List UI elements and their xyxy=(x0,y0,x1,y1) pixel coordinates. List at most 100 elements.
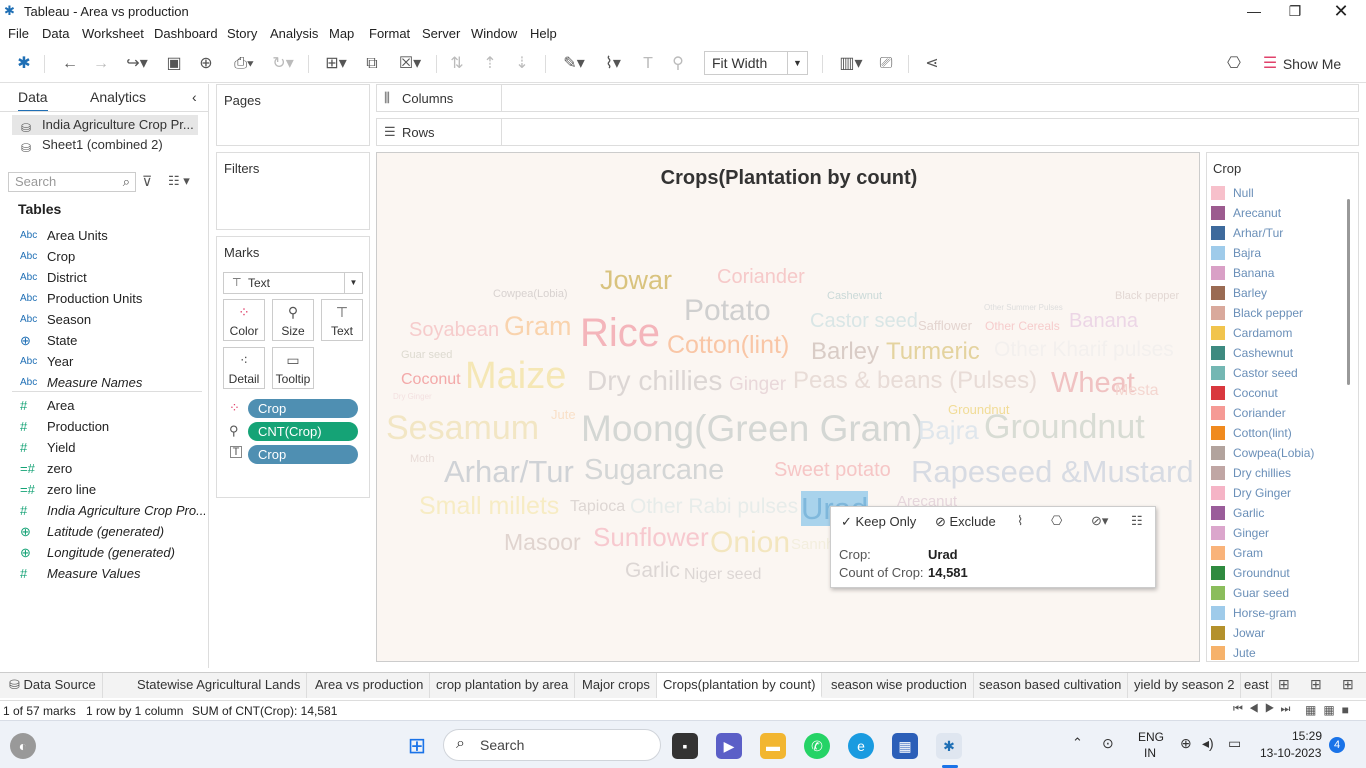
word-mark[interactable]: Moong(Green Gram) xyxy=(581,410,924,447)
battery-icon[interactable]: ▭ xyxy=(1228,735,1241,752)
weather-icon[interactable]: ◐ xyxy=(10,733,36,759)
word-mark[interactable]: Other Cereals xyxy=(985,320,1060,332)
device-preview-icon[interactable]: ⎚ xyxy=(876,54,896,74)
word-mark[interactable]: Black pepper xyxy=(1115,291,1179,302)
share-icon[interactable]: ⋖ xyxy=(922,54,942,74)
tableau-taskbar-icon[interactable]: ✱ xyxy=(936,733,962,759)
show-me-button[interactable]: Show Me xyxy=(1282,54,1342,74)
view-mode-icons[interactable]: ▦▦■ xyxy=(1305,703,1356,717)
menu-map[interactable]: Map xyxy=(329,26,354,41)
tab-data-source[interactable]: ⛁ Data Source xyxy=(3,673,103,698)
datasource-item-primary[interactable]: ⛁ India Agriculture Crop Pr... xyxy=(12,115,198,135)
taskbar-search[interactable]: ⌕ Search xyxy=(443,729,661,761)
windows-start-icon[interactable]: ⊞ xyxy=(404,733,430,759)
view-options-icon[interactable]: ☷ ▾ xyxy=(168,173,190,189)
keep-only-button[interactable]: ✓ Keep Only xyxy=(841,514,916,530)
annotate-icon[interactable]: ⌇▾ xyxy=(596,54,630,74)
field-item[interactable]: Abc Year xyxy=(0,351,205,372)
word-mark[interactable]: Sunflower xyxy=(593,524,709,550)
volume-icon[interactable]: ◂) xyxy=(1202,735,1214,752)
tab-statewise-agricultural-lands[interactable]: Statewise Agricultural Lands xyxy=(131,673,308,698)
field-item[interactable]: # Area xyxy=(0,395,205,416)
word-mark[interactable]: Arhar/Tur xyxy=(444,456,574,487)
menu-help[interactable]: Help xyxy=(530,26,557,41)
word-mark[interactable]: Dry chillies xyxy=(587,367,722,395)
field-item[interactable]: Abc Area Units xyxy=(0,225,205,246)
size-button[interactable]: ⚲ Size xyxy=(272,299,314,341)
pages-shelf[interactable]: Pages xyxy=(216,84,370,146)
word-mark[interactable]: Groundnut xyxy=(984,410,1145,444)
word-mark[interactable]: Safflower xyxy=(918,319,972,332)
highlight-icon[interactable]: ✎▾ xyxy=(558,54,590,74)
swap-rows-columns-icon[interactable]: ⇅ xyxy=(447,54,467,74)
word-mark[interactable]: Potato xyxy=(684,296,771,326)
link-icon[interactable]: ⊘▾ xyxy=(1091,513,1108,529)
teams-icon[interactable]: ▶ xyxy=(716,733,742,759)
refresh-icon[interactable]: ↻▾ xyxy=(266,54,300,74)
search-input[interactable]: Search ⌕ xyxy=(8,172,136,192)
mark-type-select[interactable]: ⊤ Text ▼ xyxy=(223,272,363,294)
menu-file[interactable]: File xyxy=(8,26,29,41)
collapse-pane-icon[interactable]: ‹ xyxy=(192,84,197,112)
presentation-icon[interactable]: ▥▾ xyxy=(834,54,868,74)
field-item[interactable]: =# zero line xyxy=(0,479,205,500)
pill-crop-color[interactable]: Crop xyxy=(248,399,358,418)
language-region[interactable]: IN xyxy=(1144,746,1156,760)
new-worksheet-icon[interactable]: ⊞▾ xyxy=(318,54,354,74)
field-item[interactable]: # Production xyxy=(0,416,205,437)
pill-crop-text[interactable]: Crop xyxy=(248,445,358,464)
redo-icon[interactable]: → xyxy=(91,54,111,74)
word-mark[interactable]: Peas & beans (Pulses) xyxy=(793,369,1037,393)
field-item[interactable]: # Measure Values xyxy=(0,563,205,584)
file-explorer-icon[interactable]: ▬ xyxy=(760,733,786,759)
datasource-item-sheet1[interactable]: ⛁ Sheet1 (combined 2) xyxy=(12,135,198,155)
word-mark[interactable]: Tapioca xyxy=(570,499,625,515)
sort-ascending-icon[interactable]: ⇡ xyxy=(480,54,500,74)
filter-icon[interactable]: ⊽ xyxy=(142,173,152,190)
language-code[interactable]: ENG xyxy=(1138,730,1164,744)
undo-icon[interactable]: ← xyxy=(60,54,80,74)
legend-scrollbar[interactable] xyxy=(1347,199,1350,385)
word-mark[interactable]: Sweet potato xyxy=(774,460,891,480)
field-item[interactable]: ⊕ State xyxy=(0,330,205,351)
notification-badge[interactable]: 4 xyxy=(1329,737,1345,753)
pill-cnt-crop-size[interactable]: CNT(Crop) xyxy=(248,422,358,441)
word-mark[interactable]: Cowpea(Lobia) xyxy=(493,289,568,300)
columns-shelf[interactable]: ⫼ Columns xyxy=(376,84,1359,112)
pause-updates-icon[interactable]: ⎙▾ xyxy=(228,54,260,74)
group-icon[interactable]: ⎔ xyxy=(1051,513,1062,529)
store-icon[interactable]: ▦ xyxy=(892,733,918,759)
menu-worksheet[interactable]: Worksheet xyxy=(82,26,144,41)
close-button[interactable]: ✕ xyxy=(1318,1,1364,22)
field-item[interactable]: ⊕ Latitude (generated) xyxy=(0,521,205,542)
show-me-icon[interactable]: ☰ xyxy=(1260,54,1280,74)
menu-window[interactable]: Window xyxy=(471,26,517,41)
menu-analysis[interactable]: Analysis xyxy=(270,26,318,41)
whatsapp-icon[interactable]: ✆ xyxy=(804,733,830,759)
network-status-icon[interactable]: ⊙ xyxy=(1102,735,1114,752)
rows-shelf[interactable]: ☰ Rows xyxy=(376,118,1359,146)
new-worksheet-icon[interactable]: ⊞ xyxy=(1278,676,1290,693)
word-mark[interactable]: Rapeseed &Mustard xyxy=(911,456,1194,487)
word-mark[interactable]: Soyabean xyxy=(409,320,499,340)
field-item[interactable]: =# zero xyxy=(0,458,205,479)
detail-button[interactable]: ⁖ Detail xyxy=(223,347,265,389)
task-view-icon[interactable]: ▪ xyxy=(672,733,698,759)
word-mark[interactable]: Other Kharif pulses xyxy=(994,339,1174,360)
tab-area-vs-production[interactable]: Area vs production xyxy=(309,673,431,698)
word-mark[interactable]: Banana xyxy=(1069,311,1138,331)
word-mark[interactable]: Cotton(lint) xyxy=(667,333,789,358)
word-mark[interactable]: Dry Ginger xyxy=(393,393,432,401)
clock-date[interactable]: 13-10-2023 xyxy=(1260,746,1321,760)
field-item[interactable]: Abc District xyxy=(0,267,205,288)
word-mark[interactable]: Coconut xyxy=(401,372,461,388)
new-datasource-icon[interactable]: ⊕ xyxy=(196,54,216,74)
sheet-navigation-icons[interactable]: ⏮◀▶⏭ xyxy=(1233,703,1296,716)
word-mark[interactable]: Ginger xyxy=(729,375,786,394)
word-mark[interactable]: Onion xyxy=(710,528,790,558)
save-icon[interactable]: ▣ xyxy=(164,54,184,74)
new-story-icon[interactable]: ⊞ xyxy=(1342,676,1354,693)
word-mark[interactable]: Small millets xyxy=(419,494,559,519)
field-item[interactable]: # Yield xyxy=(0,437,205,458)
menu-format[interactable]: Format xyxy=(369,26,410,41)
